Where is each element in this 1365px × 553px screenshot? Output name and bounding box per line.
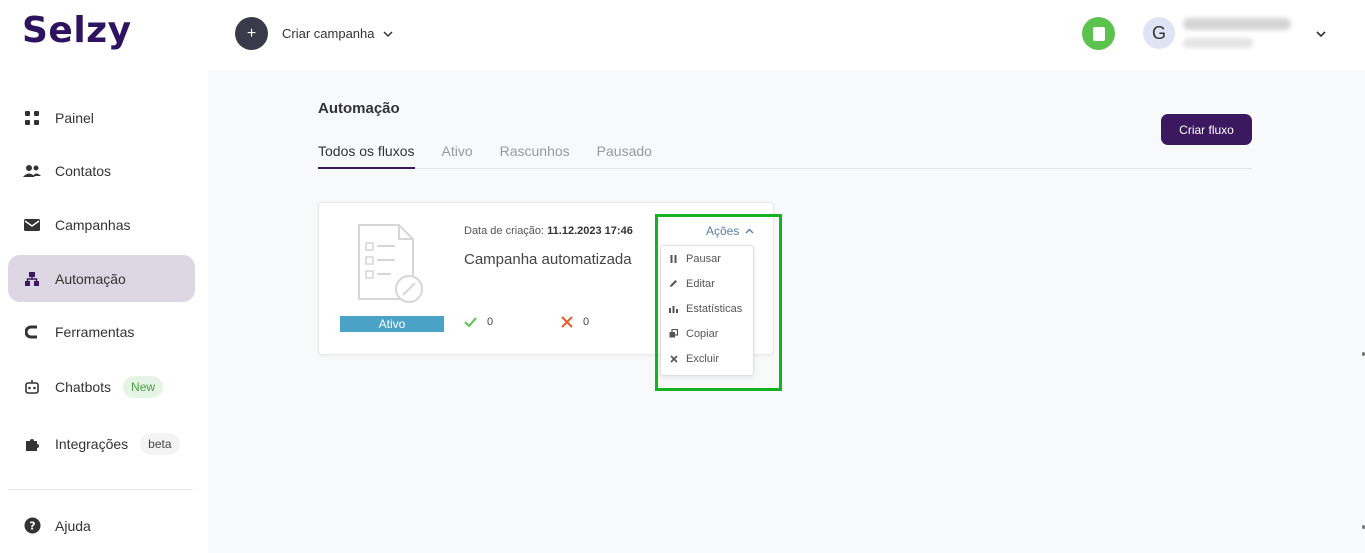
grid-icon <box>22 108 42 128</box>
user-menu-chevron-down-icon[interactable] <box>1315 28 1327 40</box>
sidebar-item-campanhas[interactable]: Campanhas <box>8 201 195 248</box>
create-flow-button[interactable]: Criar fluxo <box>1161 114 1252 145</box>
sidebar-item-chatbots[interactable]: Chatbots New <box>8 363 195 410</box>
robot-icon <box>22 377 42 397</box>
sidebar-item-label: Painel <box>55 109 94 126</box>
creation-date-value: 11.12.2023 17:46 <box>547 225 633 237</box>
flow-tabs: Todos os fluxos Ativo Rascunhos Pausado <box>318 143 1252 169</box>
sidebar: Painel Contatos Campanhas Automação Ferr… <box>0 70 208 553</box>
svg-text:?: ? <box>29 520 35 533</box>
creation-date: Data de criação: 11.12.2023 17:46 <box>464 225 633 237</box>
chevron-down-icon <box>382 30 393 37</box>
sidebar-item-label: Automação <box>55 270 126 287</box>
x-icon <box>561 316 573 328</box>
sidebar-item-contatos[interactable]: Contatos <box>8 147 195 194</box>
sidebar-item-integracoes[interactable]: Integrações beta <box>8 420 195 467</box>
document-illustration-icon <box>358 224 423 303</box>
create-campaign-label: Criar campanha <box>282 26 375 41</box>
sidebar-divider <box>8 489 193 490</box>
status-badge: Ativo <box>340 316 444 332</box>
beta-badge: beta <box>140 432 180 455</box>
sidebar-item-automacao[interactable]: Automação <box>8 255 195 302</box>
hierarchy-icon <box>22 269 42 289</box>
tab-rascunhos[interactable]: Rascunhos <box>500 143 570 169</box>
notification-icon[interactable] <box>1082 17 1115 50</box>
highlight-box <box>655 214 782 391</box>
avatar[interactable]: G <box>1143 17 1175 49</box>
sidebar-item-label: Contatos <box>55 162 112 179</box>
magnet-icon <box>22 322 42 342</box>
main-content: Automação Criar fluxo Todos os fluxos At… <box>208 70 1365 553</box>
envelope-icon <box>22 215 42 235</box>
top-header: Selzy + Criar campanha G <box>0 0 1365 70</box>
success-stat: 0 <box>464 316 493 328</box>
create-campaign-button[interactable]: + Criar campanha <box>235 17 393 50</box>
sidebar-item-label: Ferramentas <box>55 323 135 340</box>
sidebar-item-label: Integrações <box>55 435 129 452</box>
user-info-blurred <box>1183 18 1293 50</box>
creation-date-label: Data de criação: <box>464 225 545 237</box>
flow-name: Campanha automatizada <box>464 251 632 268</box>
users-icon <box>22 161 42 181</box>
tab-todos-os-fluxos[interactable]: Todos os fluxos <box>318 143 415 169</box>
sidebar-item-label: Campanhas <box>55 216 131 233</box>
tab-pausado[interactable]: Pausado <box>597 143 652 169</box>
puzzle-icon <box>22 434 42 454</box>
check-icon <box>464 317 477 327</box>
new-badge: New <box>123 375 164 398</box>
sidebar-item-ferramentas[interactable]: Ferramentas <box>8 308 195 355</box>
selzy-logo[interactable]: Selzy <box>22 10 132 51</box>
success-count: 0 <box>487 316 494 328</box>
sidebar-item-ajuda[interactable]: ? Ajuda <box>8 502 195 549</box>
sidebar-item-label: Chatbots <box>55 378 112 395</box>
plus-icon: + <box>235 17 268 50</box>
tab-ativo[interactable]: Ativo <box>442 143 473 169</box>
help-icon: ? <box>22 516 42 536</box>
error-stat: 0 <box>561 316 589 328</box>
sidebar-item-painel[interactable]: Painel <box>8 94 195 141</box>
error-count: 0 <box>583 316 590 328</box>
sidebar-item-label: Ajuda <box>55 517 91 534</box>
page-title: Automação <box>318 100 400 117</box>
